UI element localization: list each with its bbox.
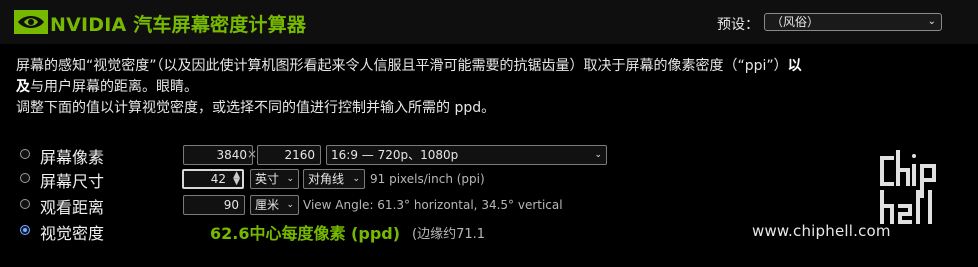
row-screen-size: 屏幕尺寸 42 ▲ ▼ 英寸 ⌄ 对角线 ⌄ 91 pixels/inch (pp… [20, 168, 620, 191]
size-unit-select[interactable]: 英寸 ⌄ [250, 169, 299, 189]
intro-line-1: 屏幕的感知“视觉密度”（以及因此使计算机图形看起来令人信服且平滑可能需要的抗锯齿… [16, 58, 788, 74]
intro-line-1-bold: 以 [787, 58, 802, 74]
times-sign: × [247, 147, 258, 161]
ppd-value: 62.6 [210, 224, 250, 243]
row-viewing-distance: 观看距离 90 厘米 ⌄ View Angle: 61.3° horizonta… [20, 194, 620, 217]
chiphell-logo [880, 150, 936, 224]
intro-paragraph: 屏幕的感知“视觉密度”（以及因此使计算机图形看起来令人信服且平滑可能需要的抗锯齿… [16, 56, 971, 119]
viewing-distance-label: 观看距离 [40, 198, 105, 217]
visual-density-label: 视觉密度 [40, 224, 105, 243]
aspect-value: 16:9 — 720p、1080p [331, 148, 459, 162]
radio-screen-pixels[interactable] [20, 149, 30, 159]
row-screen-pixels: 屏幕像素 3840 × 2160 16:9 — 720p、1080p ⌄ [20, 144, 620, 167]
screen-size-input[interactable]: 42 ▲ ▼ [182, 169, 244, 189]
ppd-result: 62.6中心每度像素 (ppd) [210, 220, 400, 244]
intro-line-2: 与用户屏幕的距离。眼睛。 [30, 79, 198, 95]
radio-screen-size[interactable] [20, 173, 30, 183]
radio-viewing-distance[interactable] [20, 199, 30, 209]
chevron-down-icon: ⌄ [927, 16, 936, 27]
screen-pixels-label: 屏幕像素 [40, 148, 105, 167]
preset-dropdown[interactable]: （风俗） ⌄ [764, 13, 942, 31]
preset-value: （风俗） [771, 15, 820, 29]
watermark-url: www.chiphell.com [752, 222, 891, 240]
ppd-label: 中心每度像素 (ppd) [249, 224, 401, 243]
header-bar: NVIDIA 汽车屏幕密度计算器 预设： （风俗） ⌄ [0, 0, 978, 44]
size-unit-value: 英寸 [255, 172, 280, 186]
spinner-arrows-icon[interactable]: ▲ ▼ [233, 171, 240, 187]
nvidia-eye-icon [14, 10, 48, 34]
row-visual-density: 视觉密度 62.6中心每度像素 (ppd) (边缘约71.1 [20, 220, 620, 244]
radio-visual-density[interactable] [20, 225, 30, 235]
measure-value: 对角线 [308, 172, 345, 186]
view-angle-readout: View Angle: 61.3° horizontal, 34.5° vert… [303, 198, 563, 212]
distance-unit-value: 厘米 [255, 198, 280, 212]
screen-size-label: 屏幕尺寸 [40, 172, 105, 191]
screen-size-value: 42 [210, 172, 226, 186]
distance-unit-select[interactable]: 厘米 ⌄ [250, 195, 299, 215]
chevron-down-icon: ⌄ [286, 174, 294, 184]
chevron-down-icon: ⌄ [286, 200, 294, 210]
height-input[interactable]: 2160 [257, 145, 321, 165]
ppi-readout: 91 pixels/inch (ppi) [370, 172, 485, 186]
width-input[interactable]: 3840 [183, 145, 253, 165]
preset-label: 预设： [717, 17, 759, 33]
intro-line-2-bold: 及 [16, 79, 30, 95]
intro-line-3: 调整下面的值以计算视觉密度，或选择不同的值进行控制并输入所需的 ppd。 [16, 100, 496, 116]
chevron-down-icon: ⌄ [594, 150, 602, 160]
distance-input[interactable]: 90 [183, 195, 245, 215]
page-title: NVIDIA 汽车屏幕密度计算器 [50, 14, 307, 36]
measure-select[interactable]: 对角线 ⌄ [303, 169, 365, 189]
chevron-down-icon: ⌄ [352, 174, 360, 184]
edge-ppd-readout: (边缘约71.1 [412, 227, 486, 242]
aspect-select[interactable]: 16:9 — 720p、1080p ⌄ [326, 145, 607, 165]
